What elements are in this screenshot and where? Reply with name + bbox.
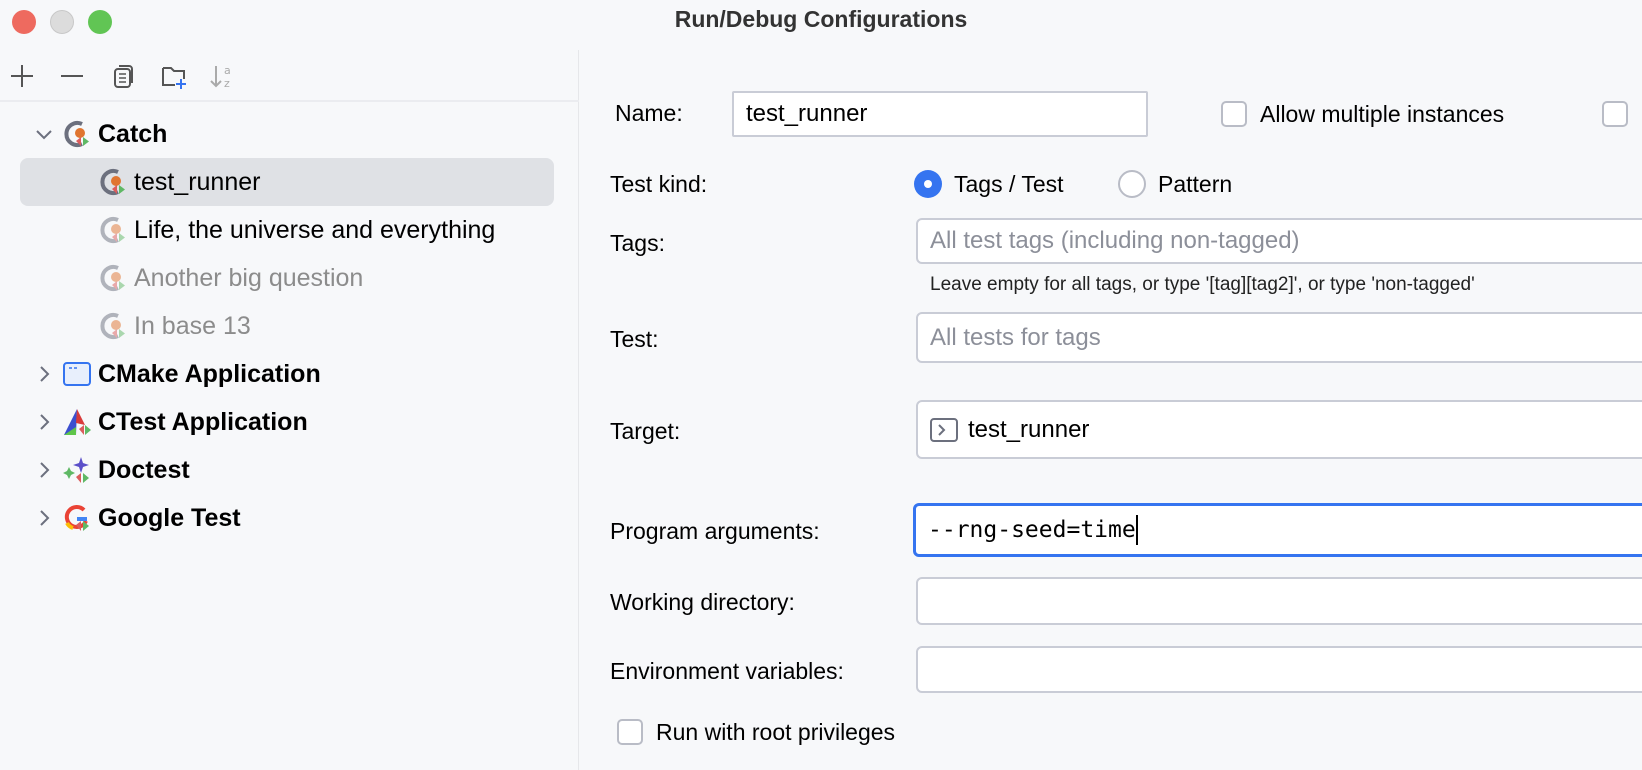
text-caret — [1136, 515, 1138, 545]
radio-pattern[interactable] — [1118, 170, 1146, 198]
tree-item-label: Life, the universe and everything — [134, 216, 495, 245]
environment-variables-input[interactable] — [916, 646, 1642, 693]
test-label: Test: — [610, 326, 659, 353]
sort-az-icon[interactable]: az — [208, 62, 236, 90]
name-label: Name: — [615, 100, 683, 127]
target-select[interactable]: test_runner — [916, 400, 1642, 459]
test-kind-label: Test kind: — [610, 171, 707, 198]
tree-item[interactable]: In base 13 — [20, 302, 554, 350]
plus-icon[interactable] — [8, 62, 36, 90]
tree-item-label: Doctest — [98, 456, 190, 485]
new-folder-icon[interactable] — [160, 62, 188, 90]
chevron-down-icon[interactable] — [32, 122, 56, 146]
tree-item-label: In base 13 — [134, 312, 251, 341]
test-input[interactable]: All tests for tags — [916, 312, 1642, 363]
tree-item-label: CTest Application — [98, 408, 308, 437]
doctest-icon — [62, 455, 92, 485]
tree-item[interactable]: Another big question — [20, 254, 554, 302]
ctest-icon — [62, 407, 92, 437]
copy-icon[interactable] — [110, 62, 138, 90]
tags-input[interactable]: All test tags (including non-tagged) — [916, 218, 1642, 264]
svg-text:a: a — [224, 64, 231, 77]
radio-tags-test[interactable] — [914, 170, 942, 198]
catch-icon — [98, 167, 128, 197]
radio-pattern-label: Pattern — [1158, 171, 1232, 198]
target-value: test_runner — [968, 416, 1089, 444]
tree-item-label: Google Test — [98, 504, 241, 533]
chevron-right-icon[interactable] — [32, 362, 56, 386]
tree-item[interactable]: CMake Application — [20, 350, 554, 398]
program-args-input[interactable]: --rng-seed=time — [913, 503, 1642, 557]
working-directory-input[interactable] — [916, 577, 1642, 625]
google-test-icon — [62, 503, 92, 533]
cmake-icon — [62, 359, 92, 389]
radio-tags-test-label: Tags / Test — [954, 171, 1064, 198]
tree-item-label: Catch — [98, 120, 167, 149]
program-args-value: --rng-seed=time — [928, 517, 1136, 543]
name-input[interactable]: test_runner — [732, 91, 1148, 137]
tree-item-label: Another big question — [134, 264, 363, 293]
environment-variables-label: Environment variables: — [610, 658, 844, 685]
tree-item[interactable]: test_runner — [20, 158, 554, 206]
tree-item-label: CMake Application — [98, 360, 321, 389]
tags-hint: Leave empty for all tags, or type '[tag]… — [930, 274, 1475, 296]
run-as-root-checkbox[interactable] — [617, 719, 643, 745]
extra-checkbox[interactable] — [1602, 101, 1628, 127]
tree-item[interactable]: CTest Application — [20, 398, 554, 446]
window-title: Run/Debug Configurations — [0, 6, 1642, 33]
tree-item[interactable]: Life, the universe and everything — [20, 206, 554, 254]
program-args-label: Program arguments: — [610, 518, 820, 545]
catch-icon — [98, 263, 128, 293]
tree-item[interactable]: Doctest — [20, 446, 554, 494]
allow-multiple-checkbox[interactable] — [1221, 101, 1247, 127]
minus-icon[interactable] — [58, 62, 86, 90]
tags-label: Tags: — [610, 230, 665, 257]
allow-multiple-label: Allow multiple instances — [1260, 101, 1504, 128]
working-directory-label: Working directory: — [610, 589, 795, 616]
chevron-right-icon[interactable] — [32, 410, 56, 434]
target-label: Target: — [610, 418, 680, 445]
chevron-right-icon[interactable] — [32, 458, 56, 482]
catch-icon — [98, 215, 128, 245]
catch-icon — [62, 119, 92, 149]
chevron-right-icon[interactable] — [32, 506, 56, 530]
tree-item[interactable]: Catch — [20, 110, 554, 158]
executable-icon — [930, 418, 958, 442]
tree-item-label: test_runner — [134, 168, 260, 197]
svg-text:z: z — [224, 77, 230, 90]
catch-icon — [98, 311, 128, 341]
tree-item[interactable]: Google Test — [20, 494, 554, 542]
toolbar-divider — [0, 100, 579, 102]
run-as-root-label: Run with root privileges — [656, 719, 895, 746]
